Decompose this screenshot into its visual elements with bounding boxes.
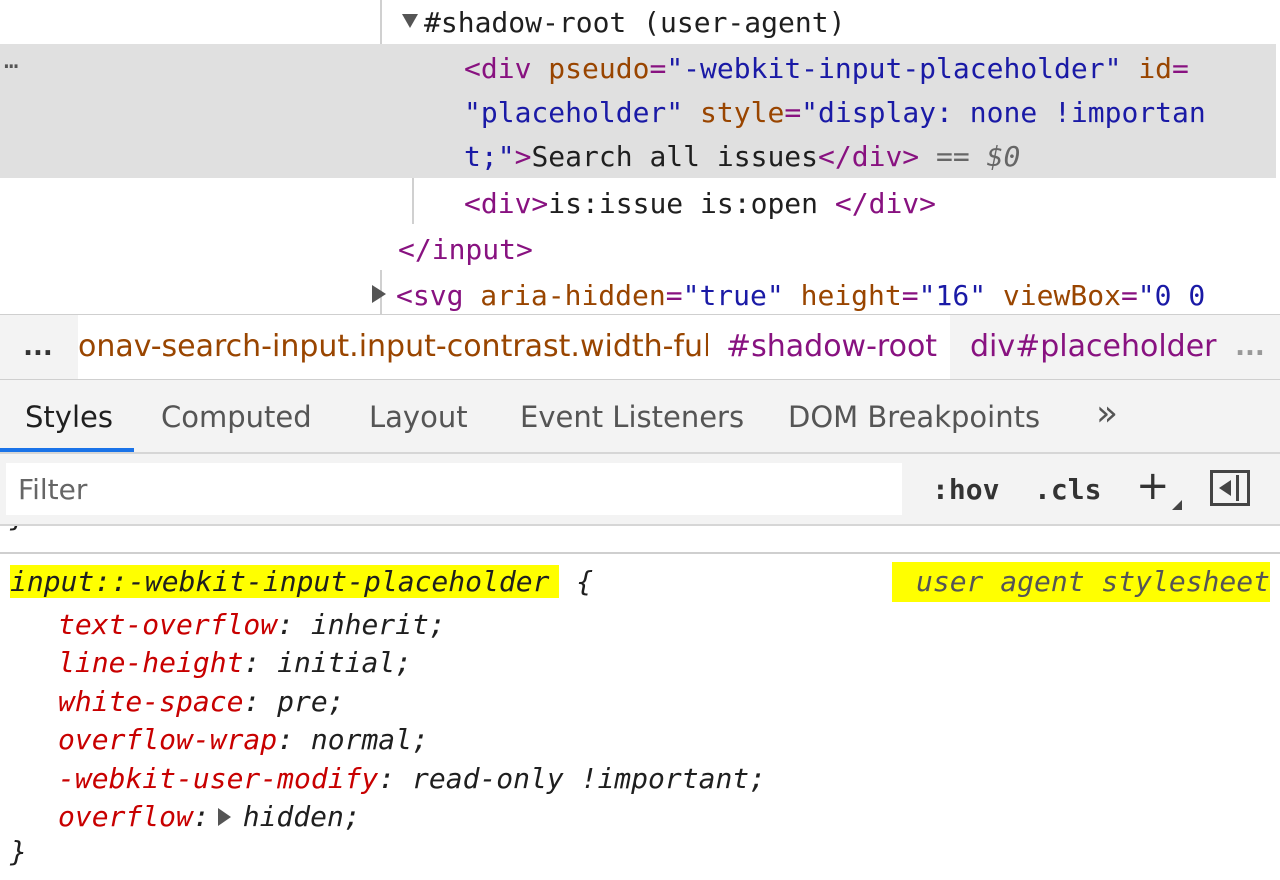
css-declaration[interactable]: line-height: initial; <box>58 644 412 682</box>
tab-event-listeners[interactable]: Event Listeners <box>520 380 744 452</box>
tag-open: <div <box>464 52 532 85</box>
tag-open: <div> <box>464 187 549 220</box>
sidebar-tabs: Styles Computed Layout Event Listeners D… <box>0 380 1280 454</box>
node-text: is:issue is:open <box>548 187 835 220</box>
breadcrumb-item[interactable]: onav-search-input.input-contrast.width-f… <box>78 315 708 379</box>
attr-value: t;" <box>464 140 515 173</box>
toggle-element-state-button[interactable]: :hov <box>932 468 999 512</box>
attr-value: "0 0 <box>1137 279 1206 312</box>
attr-value: "placeholder" <box>464 96 684 129</box>
rule-selector-line: input::-webkit-input-placeholder { <box>10 562 593 602</box>
more-tabs-chevron-icon[interactable]: » <box>1096 380 1118 452</box>
rule-close-brace: } <box>10 835 27 868</box>
tree-guide-line <box>380 0 382 44</box>
css-value[interactable]: initial; <box>277 646 412 679</box>
styles-filter-input[interactable] <box>6 463 902 515</box>
expand-triangle-icon[interactable] <box>372 285 386 303</box>
css-declaration[interactable]: overflow: hidden; <box>58 798 361 836</box>
attr-name: height <box>800 279 902 312</box>
selection-marker: == $0 <box>936 140 1021 173</box>
selected-node-line-1: <div pseudo="-webkit-input-placeholder" … <box>464 52 1189 85</box>
css-value[interactable]: hidden; <box>243 800 361 833</box>
styles-pane: } input::-webkit-input-placeholder { use… <box>0 526 1280 880</box>
attr-name: viewBox <box>1002 279 1121 312</box>
selected-node-line-3: t;">Search all issues</div> == $0 <box>464 140 1021 173</box>
element-classes-button[interactable]: .cls <box>1034 468 1101 512</box>
collapse-triangle-icon[interactable] <box>402 14 418 28</box>
attr-value: "true" <box>682 279 784 312</box>
styles-toolbar: :hov .cls + <box>0 454 1280 526</box>
tag-close: </div> <box>834 187 937 220</box>
tag-close: </div> <box>818 140 920 173</box>
rule-divider <box>0 552 1280 554</box>
input-close-node[interactable]: </input> <box>398 227 533 272</box>
breadcrumb-scroll-left-button[interactable]: ... <box>0 315 76 379</box>
attr-value: "-webkit-input-placeholder" <box>666 52 1122 85</box>
css-value[interactable]: normal; <box>311 723 429 756</box>
open-brace: { <box>576 565 594 598</box>
breadcrumb: ... onav-search-input.input-contrast.wid… <box>0 314 1280 380</box>
attr-name: pseudo <box>548 52 650 85</box>
css-property[interactable]: line-height <box>58 646 243 679</box>
toggle-computed-sidebar-icon[interactable] <box>1210 470 1250 506</box>
tab-dom-breakpoints[interactable]: DOM Breakpoints <box>788 380 1040 452</box>
css-value[interactable]: inherit; <box>311 608 446 641</box>
elements-dom-tree: #shadow-root (user-agent) … <div pseudo=… <box>0 0 1280 314</box>
new-style-rule-button[interactable]: + <box>1136 463 1186 510</box>
shadow-root-node[interactable]: #shadow-root (user-agent) <box>402 0 845 45</box>
tab-styles[interactable]: Styles <box>25 380 113 452</box>
css-declaration[interactable]: overflow-wrap: normal; <box>58 721 429 759</box>
dropdown-corner-icon <box>1172 500 1182 510</box>
previous-rule-close-brace: } <box>10 526 27 533</box>
rule-source-label: user agent stylesheet <box>891 562 1270 602</box>
css-declaration[interactable]: white-space: pre; <box>58 683 345 721</box>
breadcrumb-scroll-right-button[interactable]: ... <box>1220 315 1280 379</box>
css-property[interactable]: -webkit-user-modify <box>58 762 378 795</box>
css-property[interactable]: overflow <box>58 800 193 833</box>
node-text: Search all issues <box>531 140 819 173</box>
tag-open: <svg <box>396 279 464 312</box>
svg-node[interactable]: <svg aria-hidden="true" height="16" view… <box>372 273 1205 314</box>
tag-close: </input> <box>398 233 533 266</box>
css-property[interactable]: white-space <box>58 685 243 718</box>
attr-name: style <box>700 96 785 129</box>
attr-name: aria-hidden <box>480 279 666 312</box>
plus-icon: + <box>1136 463 1170 509</box>
css-declaration[interactable]: -webkit-user-modify: read-only !importan… <box>58 760 766 798</box>
css-property[interactable]: text-overflow <box>58 608 277 641</box>
css-selector[interactable]: input::-webkit-input-placeholder <box>10 565 560 598</box>
tab-computed[interactable]: Computed <box>161 380 312 452</box>
tree-guide-line <box>412 178 414 224</box>
active-tab-indicator <box>0 448 134 452</box>
shadow-root-label: #shadow-root (user-agent) <box>424 6 846 39</box>
css-property[interactable]: overflow-wrap <box>58 723 277 756</box>
attr-value: "16" <box>918 279 987 312</box>
css-value[interactable]: read-only !important; <box>412 762 766 795</box>
node-actions-ellipsis-icon[interactable]: … <box>4 46 19 74</box>
tab-layout[interactable]: Layout <box>369 380 468 452</box>
css-value[interactable]: pre; <box>277 685 344 718</box>
sibling-node[interactable]: <div>is:issue is:open </div> <box>464 181 936 226</box>
breadcrumb-item-selected[interactable]: div#placeholder <box>950 315 1218 379</box>
breadcrumb-item[interactable]: #shadow-root <box>708 315 950 379</box>
selected-node-line-2: "placeholder" style="display: none !impo… <box>464 96 1206 129</box>
attr-name: id <box>1138 52 1173 85</box>
css-declaration[interactable]: text-overflow: inherit; <box>58 606 446 644</box>
expand-shorthand-triangle-icon[interactable] <box>217 808 231 826</box>
attr-value: "display: none !importan <box>801 96 1206 129</box>
